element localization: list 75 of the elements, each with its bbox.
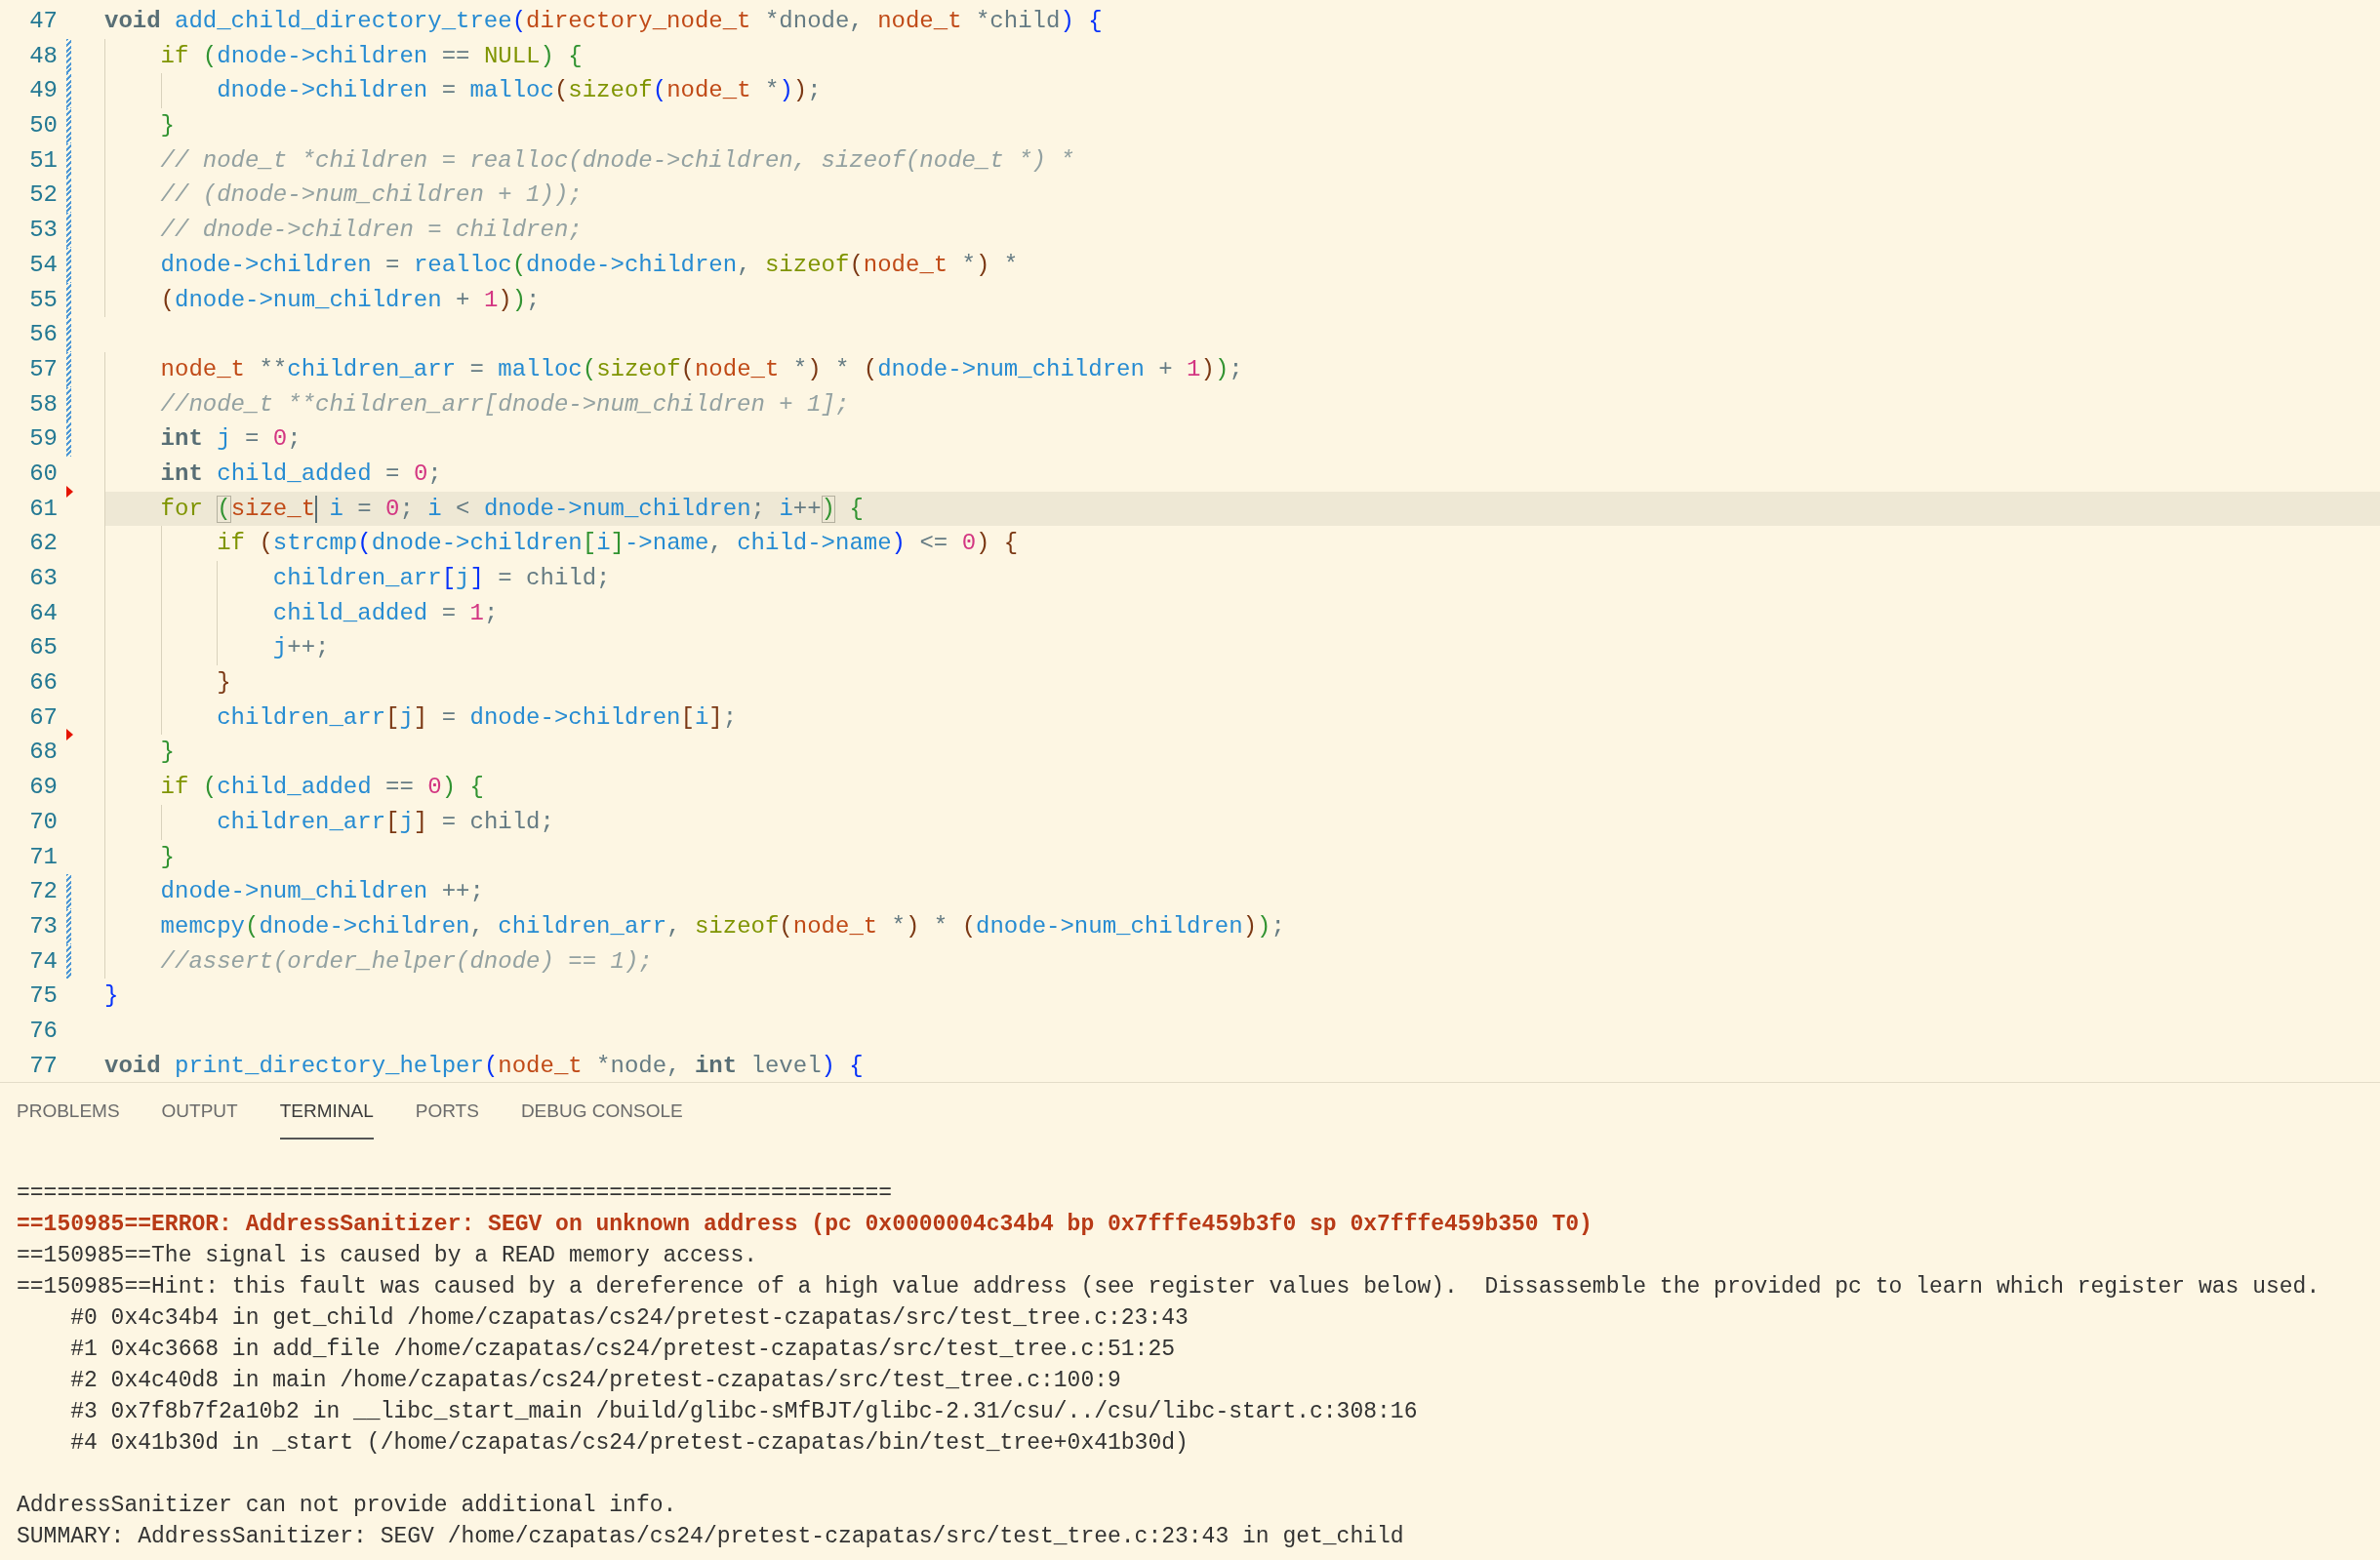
panel-tab[interactable]: PORTS (415, 1083, 479, 1140)
line-number: 68 (28, 738, 58, 768)
panel-tab[interactable]: OUTPUT (161, 1083, 238, 1140)
code-line: // node_t *children = realloc(dnode->children, sizeof(node_t *) * (159, 145, 1075, 176)
line-number: 47 (28, 7, 58, 36)
line-number: 62 (28, 529, 58, 559)
code-line: (dnode->num_children + 1)); (159, 285, 542, 315)
panel-tab[interactable]: TERMINAL (279, 1083, 374, 1140)
code-line: // (dnode->num_children + 1)); (159, 180, 584, 211)
line-number: 67 (28, 702, 58, 733)
code-line: } (159, 738, 176, 768)
line-number: 69 (28, 773, 58, 803)
line-number: 66 (28, 668, 58, 699)
code-line: //node_t **children_arr[dnode->num_children + 1]; (159, 389, 851, 420)
line-number: 75 (28, 981, 58, 1012)
line-number: 59 (28, 424, 58, 455)
code-line: } (159, 111, 176, 141)
line-number: 74 (28, 946, 58, 977)
line-number: 52 (28, 180, 58, 211)
line-number: 77 (28, 1051, 58, 1081)
code-line: } (216, 668, 232, 699)
line-number: 61 (28, 494, 58, 524)
line-number: 76 (28, 1016, 58, 1046)
code-line: children_arr[j] = child; (271, 564, 612, 593)
code-line: memcpy(dnode->children, children_arr, sizeof(node_t *) * (dnode->num_children)); (159, 911, 1286, 941)
terminal-line: #3 0x7f8b7f2a10b2 in __libc_start_main /build/glibc-sMfBJT/glibc-2.31/csu/../csu/libc-start.c:308:16 (69, 1398, 1419, 1426)
code-line: children_arr[j] = child; (216, 807, 555, 837)
line-number: 57 (28, 354, 58, 384)
code-line: } (104, 981, 120, 1012)
terminal-line: #4 0x41b30d in _start (/home/czapatas/cs24/pretest-czapatas/bin/test_tree+0x41b30d) (69, 1429, 1190, 1458)
code-line: void print_directory_helper(node_t *node, int level) { (104, 1051, 865, 1081)
line-number: 73 (28, 911, 58, 941)
code-line: dnode->children = malloc(sizeof(node_t *)); (216, 76, 823, 106)
code-line: if (dnode->children == NULL) { (159, 41, 584, 71)
line-number: 58 (28, 389, 58, 420)
line-number: 65 (28, 633, 58, 663)
code-line: node_t **children_arr = malloc(sizeof(node_t *) * (dnode->num_children + 1)); (159, 354, 1244, 384)
line-number: 70 (28, 807, 58, 837)
code-line: child_added = 1; (271, 598, 500, 628)
line-number: 71 (28, 842, 58, 872)
terminal-line: ==150985==ERROR: AddressSanitizer: SEGV on unknown address (pc 0x0000004c34b4 bp 0x7fffe459b3f0 sp 0x7fffe459b350 T0) (17, 1211, 1593, 1239)
line-number: 60 (28, 459, 58, 489)
line-number: 48 (28, 41, 58, 71)
line-number: 64 (28, 598, 58, 628)
code-line: dnode->children = realloc(dnode->children, sizeof(node_t *) * (159, 250, 1020, 280)
code-line: //assert(order_helper(dnode) == 1); (159, 946, 654, 977)
line-number: 53 (28, 216, 58, 246)
line-number: 56 (28, 320, 58, 350)
line-number: 54 (28, 250, 58, 280)
code-line: // dnode->children = children; (159, 216, 584, 246)
code-line: if (strcmp(dnode->children[i]->name, child->name) <= 0) { (216, 529, 1020, 559)
terminal-line: #0 0x4c34b4 in get_child /home/czapatas/cs24/pretest-czapatas/src/test_tree.c:23:43 (69, 1304, 1190, 1333)
code-line: } (159, 842, 176, 872)
line-number: 63 (28, 564, 58, 593)
code-line: j++; (271, 633, 331, 663)
code-line: children_arr[j] = dnode->children[i]; (216, 702, 739, 733)
line-number: 49 (28, 76, 58, 106)
terminal-line: SUMMARY: AddressSanitizer: SEGV /home/czapatas/cs24/pretest-czapatas/src/test_tree.c:23:43 in get_child (17, 1523, 1405, 1551)
code-line: dnode->num_children ++; (159, 877, 485, 907)
code-line: void add_child_directory_tree(directory_node_t *dnode, node_t *child) { (104, 7, 1104, 36)
line-number: 55 (28, 285, 58, 315)
line-number: 50 (28, 111, 58, 141)
terminal-line: #1 0x4c3668 in add_file /home/czapatas/cs24/pretest-czapatas/src/test_tree.c:51:25 (69, 1336, 1176, 1364)
panel-tab[interactable]: DEBUG CONSOLE (520, 1083, 683, 1140)
line-number: 51 (28, 145, 58, 176)
terminal-line: ================================================================= (17, 1180, 894, 1208)
terminal-line: #2 0x4c40d8 in main /home/czapatas/cs24/pretest-czapatas/src/test_tree.c:100:9 (69, 1367, 1122, 1395)
terminal-line: AddressSanitizer can not provide additional info. (17, 1492, 678, 1520)
terminal-line: ==150985==Hint: this fault was caused by a dereference of a high value address (see register values below). Dissassemble the provided pc to learn which register was used. (17, 1273, 2321, 1301)
panel-tab[interactable]: PROBLEMS (17, 1083, 120, 1140)
code-line: if (child_added == 0) { (159, 773, 485, 803)
terminal-line: ==150985==The signal is caused by a READ memory access. (17, 1242, 759, 1270)
line-number: 72 (28, 877, 58, 907)
code-line: int child_added = 0; (159, 459, 443, 489)
code-line: int j = 0; (159, 424, 303, 455)
